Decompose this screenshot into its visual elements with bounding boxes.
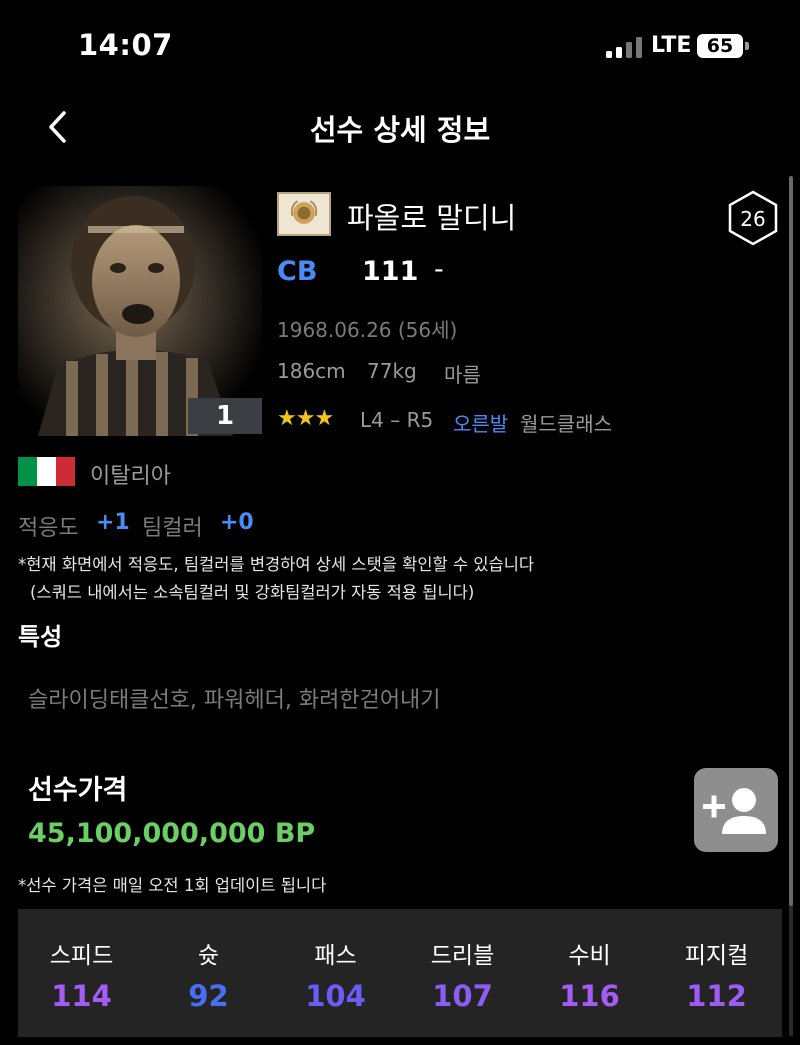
weight: 77kg: [367, 359, 417, 383]
body-type: 마름: [444, 363, 481, 387]
battery-nub: [745, 42, 749, 50]
info-note-sub: (스쿼드 내에서는 소속팀컬러 및 강화팀컬러가 자동 적용 됩니다): [30, 583, 475, 602]
add-person-icon: [703, 788, 766, 834]
stat-item: 드리블 107: [399, 909, 526, 1013]
jersey-number: 1: [188, 398, 262, 434]
stat-item: 수비 116: [526, 909, 653, 1013]
skill-levels: L4 – R5: [360, 408, 434, 432]
stat-label: 피지컬: [684, 943, 749, 969]
network-label: LTE: [651, 33, 692, 58]
stat-value: 107: [432, 979, 493, 1013]
height: 186cm: [277, 359, 346, 383]
scrollbar-thumb[interactable]: [789, 176, 793, 906]
price-note: *선수 가격은 매일 오전 1회 업데이트 됩니다: [18, 876, 327, 895]
star-rating: ★★★: [277, 406, 334, 431]
stat-label: 슛: [197, 943, 220, 969]
adaptability-label: 적응도: [18, 516, 79, 541]
stat-value: 104: [305, 979, 366, 1013]
overall-rating: 111: [362, 256, 419, 287]
stat-label: 스피드: [49, 943, 114, 969]
status-time: 14:07: [78, 28, 173, 62]
birth-date: 1968.06.26 (56세): [277, 318, 458, 342]
stat-value: 114: [51, 979, 112, 1013]
position: CB: [277, 256, 318, 287]
info-note: *현재 화면에서 적응도, 팀컬러를 변경하여 상세 스탯을 확인할 수 있습니…: [18, 555, 535, 574]
page-title: 선수 상세 정보: [309, 113, 491, 147]
stat-value: 112: [686, 979, 747, 1013]
stat-value: 92: [188, 979, 229, 1013]
team-color-label: 팀컬러: [142, 516, 203, 541]
stats-panel: 스피드 114 슛 92 패스 104 드리블 107 수비 116 피지컬 112: [18, 909, 782, 1037]
preferred-foot: 오른발: [453, 412, 509, 436]
add-player-button[interactable]: [694, 768, 778, 852]
traits-title: 특성: [18, 623, 63, 651]
price-title: 선수가격: [28, 775, 128, 806]
price-value: 45,100,000,000 BP: [28, 818, 316, 849]
italy-flag-icon: [18, 457, 75, 486]
stat-item: 패스 104: [272, 909, 399, 1013]
battery-icon: 65: [697, 34, 743, 58]
stat-value: 116: [559, 979, 620, 1013]
player-grade: 월드클래스: [520, 412, 612, 436]
traits-list: 슬라이딩태클선호, 파워헤더, 화려한걷어내기: [28, 688, 441, 713]
stat-label: 패스: [314, 943, 357, 969]
stat-label: 드리블: [430, 943, 495, 969]
adaptability-value[interactable]: +1: [96, 510, 130, 535]
level-value: 26: [740, 207, 765, 231]
player-name: 파올로 말디니: [347, 201, 517, 235]
nation-name: 이탈리아: [90, 464, 171, 489]
team-color-value[interactable]: +0: [220, 510, 254, 535]
stat-item: 피지컬 112: [653, 909, 780, 1013]
level-badge: 26: [725, 190, 781, 246]
hexagon-icon: 26: [728, 190, 778, 246]
overall-dash: -: [434, 254, 444, 285]
stat-item: 스피드 114: [18, 909, 145, 1013]
signal-icon: [606, 36, 644, 58]
stat-item: 슛 92: [145, 909, 272, 1013]
stat-label: 수비: [568, 943, 611, 969]
season-badge-icon: [277, 192, 331, 236]
